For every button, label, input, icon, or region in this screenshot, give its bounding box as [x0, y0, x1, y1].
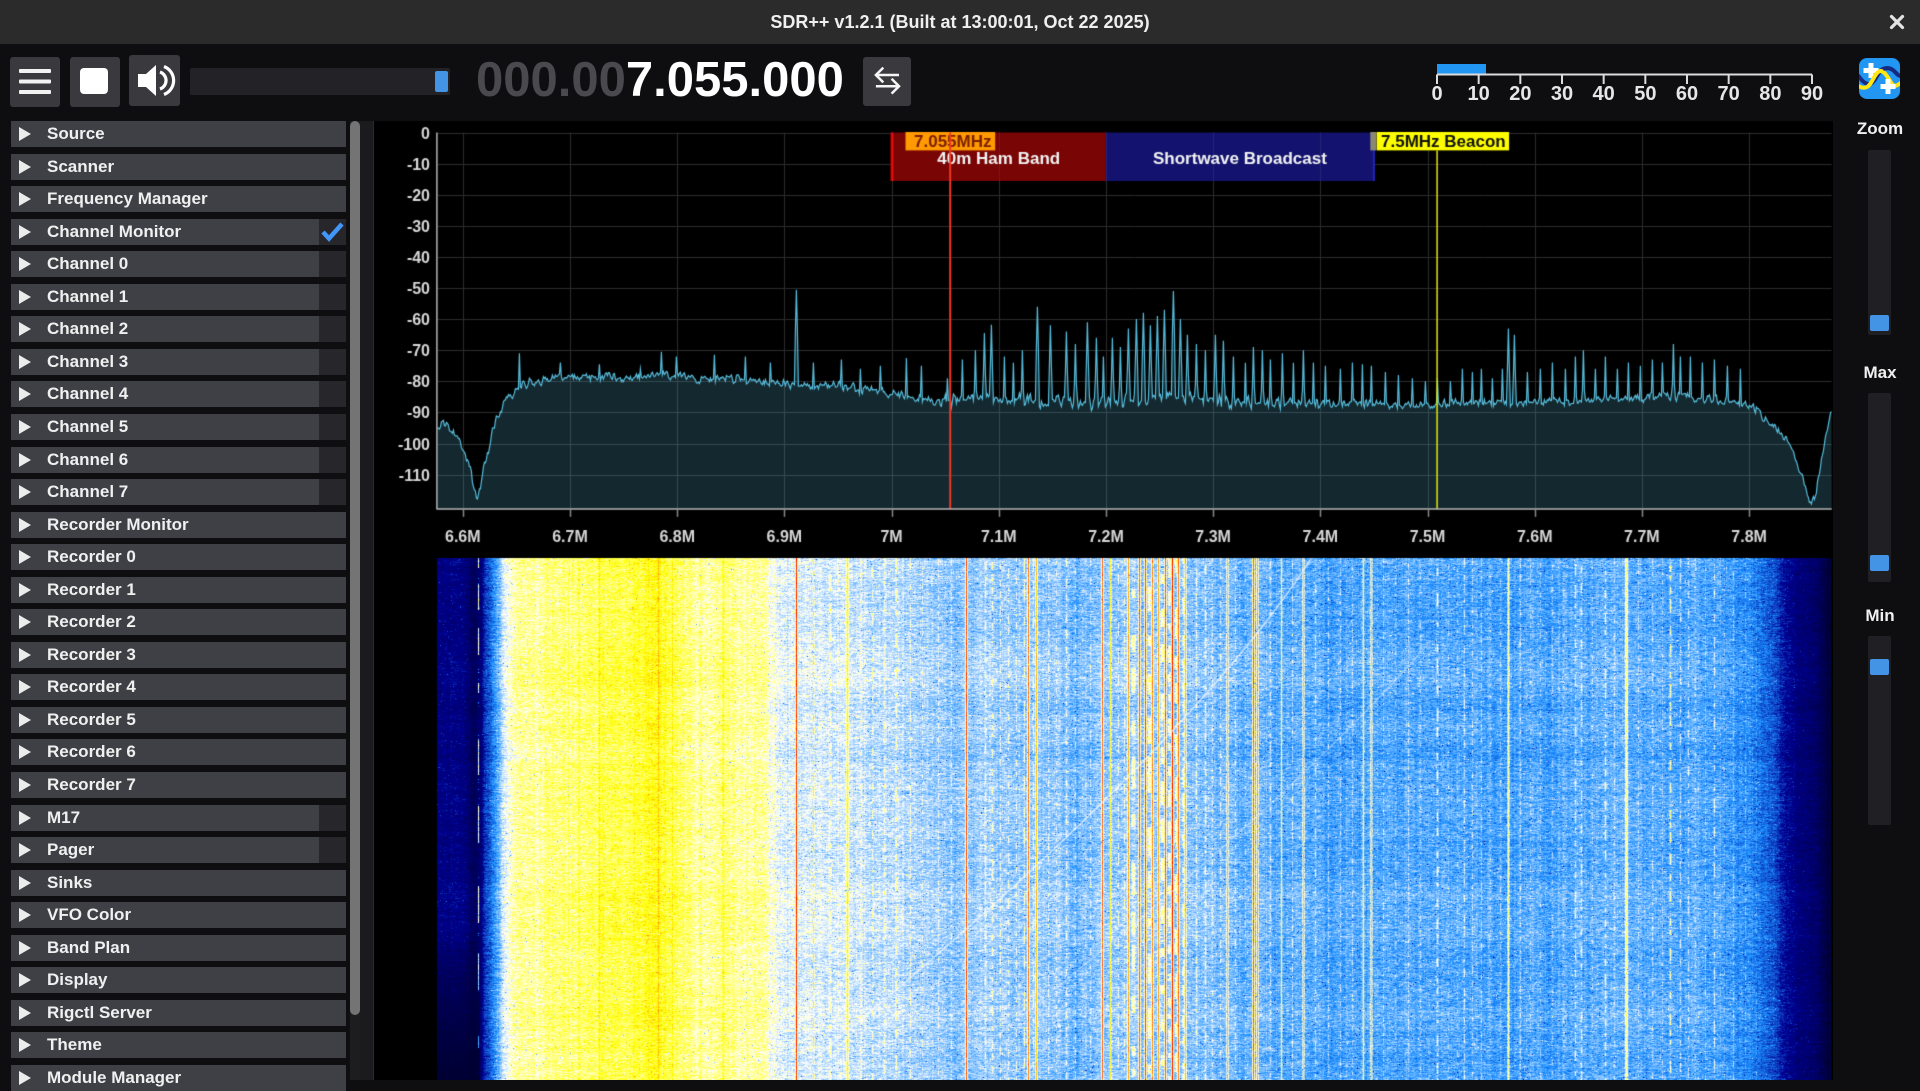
svg-text:70: 70	[1718, 83, 1740, 105]
svg-text:90: 90	[1801, 83, 1823, 105]
svg-text:40: 40	[1593, 83, 1615, 105]
svg-text:50: 50	[1634, 83, 1656, 105]
svg-text:20: 20	[1509, 83, 1531, 105]
svg-text:60: 60	[1676, 83, 1698, 105]
svg-text:0: 0	[1431, 83, 1442, 105]
svg-text:10: 10	[1468, 83, 1490, 105]
svg-text:80: 80	[1759, 83, 1781, 105]
svg-text:30: 30	[1551, 83, 1573, 105]
